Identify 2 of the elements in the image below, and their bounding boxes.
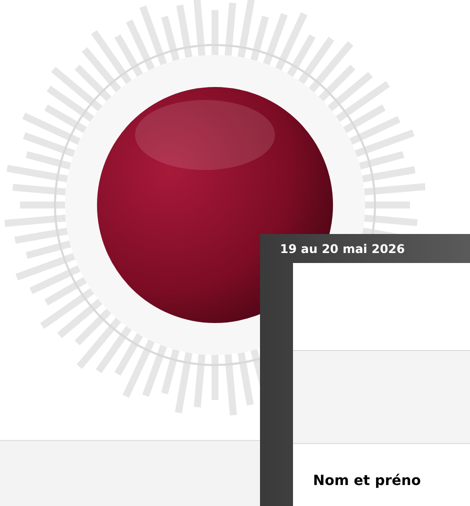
event-date: 19 au 20 mai 2026: [280, 240, 405, 258]
field-label: Nom et préno: [313, 473, 421, 489]
